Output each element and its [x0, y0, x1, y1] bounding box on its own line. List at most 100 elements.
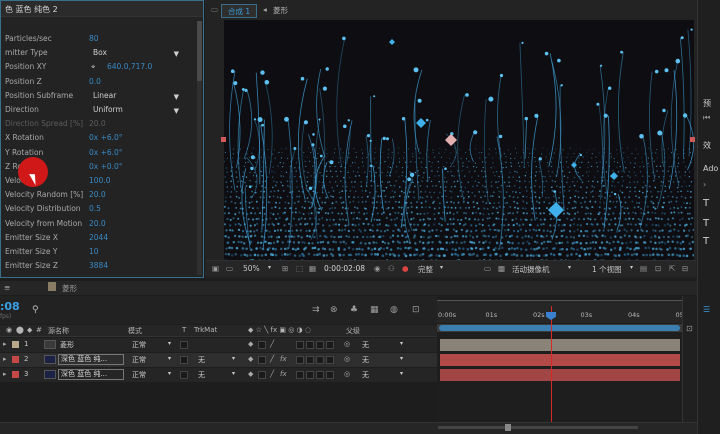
- color-channel-icon[interactable]: ●: [402, 264, 409, 273]
- effect-property-value[interactable]: 0x +6.0°: [89, 131, 123, 145]
- effect-property-value[interactable]: 3884: [89, 259, 108, 273]
- effect-property-row[interactable]: Velocity Distribution 0.5: [1, 202, 197, 216]
- parent-header[interactable]: 父级: [346, 326, 360, 336]
- composition-viewer[interactable]: [224, 20, 694, 260]
- layout-icon[interactable]: ▤: [640, 264, 647, 273]
- preview-panel-label[interactable]: 预: [703, 98, 711, 109]
- effect-property-value[interactable]: 0x +0.0°: [89, 160, 123, 174]
- collapse-switch[interactable]: [258, 371, 266, 379]
- effects-panel-label[interactable]: 效: [703, 140, 711, 151]
- lock-icon[interactable]: ▭: [211, 5, 218, 14]
- mode-chevron-icon[interactable]: ▾: [168, 340, 171, 347]
- adjustment-switch[interactable]: [316, 371, 324, 379]
- motion-blur-switch[interactable]: [306, 356, 314, 364]
- effect-property-row[interactable]: Position Z 0.0: [1, 75, 197, 89]
- effect-property-row[interactable]: Emitter Size Z 3884: [1, 259, 197, 273]
- collapse-switch[interactable]: [258, 341, 266, 349]
- parent-pickwhip-icon[interactable]: ◎: [344, 370, 350, 378]
- dropdown-arrow-icon[interactable]: ▼: [174, 104, 179, 118]
- dropdown-arrow-icon[interactable]: ▼: [174, 47, 179, 61]
- composition-mini-flowchart-icon[interactable]: ⇉: [312, 305, 320, 315]
- frame-blend-switch[interactable]: [296, 356, 304, 364]
- shy-switch-icon[interactable]: ◆: [248, 370, 253, 378]
- effect-property-value[interactable]: 2044: [89, 231, 108, 245]
- fx-switch-icon[interactable]: fx: [280, 370, 287, 378]
- step-back-icon[interactable]: ⏮: [703, 113, 710, 123]
- views-chevron-icon[interactable]: ▾: [630, 264, 633, 271]
- parent-chevron-icon[interactable]: ▾: [400, 370, 403, 377]
- 3d-switch[interactable]: [326, 341, 334, 349]
- graph-editor-icon[interactable]: ⊡: [412, 305, 420, 315]
- effect-property-value[interactable]: 0.0: [89, 75, 101, 89]
- layer-mode-select[interactable]: 正常: [132, 370, 146, 380]
- parent-select[interactable]: 无: [362, 370, 369, 380]
- layer-row[interactable]: ▸ 2 深色 蓝色 纯... 正常 ▾ 无 ▾ ◆ ╱ fx ◎ 无 ▾: [0, 353, 437, 367]
- effect-property-value[interactable]: 0.5: [89, 202, 101, 216]
- effect-property-row[interactable]: Particles/sec 80: [1, 32, 197, 46]
- parent-select[interactable]: 无: [362, 340, 369, 350]
- mode-chevron-icon[interactable]: ▾: [168, 370, 171, 377]
- camera-snapshot-icon[interactable]: ◉: [374, 264, 381, 273]
- chevron-left-icon[interactable]: ◂: [263, 5, 267, 14]
- collapse-switch[interactable]: [258, 356, 266, 364]
- crosshair-icon[interactable]: ⌖: [91, 60, 95, 74]
- mode-header[interactable]: 模式: [128, 326, 142, 336]
- t-header[interactable]: T: [182, 326, 186, 334]
- show-snapshot-icon[interactable]: ⚇: [388, 264, 395, 273]
- fast-preview-icon[interactable]: ▭: [484, 264, 491, 273]
- effect-property-value[interactable]: 0x +6.0°: [89, 146, 123, 160]
- dropdown-arrow-icon[interactable]: ▼: [174, 90, 179, 104]
- label-column-icon[interactable]: ◆: [27, 326, 32, 334]
- 3d-switch[interactable]: [326, 356, 334, 364]
- text-tool-label-2[interactable]: T: [703, 218, 709, 229]
- layer-duration-bar[interactable]: [440, 354, 680, 366]
- zoom-select[interactable]: 50%: [243, 264, 260, 273]
- effect-panel-scrollbar[interactable]: [197, 21, 202, 275]
- effect-property-row[interactable]: mitter Type Box ▼: [1, 46, 197, 60]
- parent-select[interactable]: 无: [362, 355, 369, 365]
- effect-property-dropdown[interactable]: Uniform ▼: [87, 104, 183, 116]
- search-icon[interactable]: ⚲: [32, 305, 39, 315]
- playhead-line[interactable]: [551, 306, 552, 434]
- text-tool-label-3[interactable]: T: [703, 236, 709, 247]
- monitor-icon[interactable]: ▣: [212, 264, 219, 273]
- source-name-header[interactable]: 源名称: [48, 326, 69, 336]
- quality-switch-icon[interactable]: ╱: [270, 340, 274, 348]
- fx-switch-icon[interactable]: fx: [280, 355, 287, 363]
- views-select[interactable]: 1 个视图: [592, 264, 622, 275]
- export-frame-icon[interactable]: ⇱: [669, 264, 675, 273]
- effect-property-row[interactable]: Velocity Random [%] 20.0: [1, 188, 197, 202]
- effect-property-value[interactable]: 20.0: [89, 217, 106, 231]
- effect-property-row[interactable]: Position XY ⌖ 640.0,717.0: [1, 60, 197, 74]
- effect-property-row[interactable]: Emitter Size X 2044: [1, 231, 197, 245]
- effect-property-value[interactable]: 80: [89, 32, 99, 46]
- safe-zones-icon[interactable]: ▭: [226, 264, 233, 273]
- av-features-icon[interactable]: ◉: [6, 326, 12, 334]
- shy-layers-icon[interactable]: ♣: [350, 305, 358, 315]
- current-time-display[interactable]: 0:00:02:08: [324, 264, 365, 273]
- layer-name[interactable]: 菱形: [60, 340, 74, 350]
- preserve-transparency-checkbox[interactable]: [180, 371, 188, 379]
- parent-pickwhip-icon[interactable]: ◎: [344, 340, 350, 348]
- expand-chevron-icon[interactable]: ▸: [3, 355, 7, 363]
- time-ruler[interactable]: 0:00s01s02s03s04s05s: [437, 301, 687, 323]
- effect-property-dropdown[interactable]: Linear ▼: [87, 90, 183, 102]
- trkmat-chevron-icon[interactable]: ▾: [232, 355, 235, 362]
- switches-header-icons[interactable]: ◆ ☆ ╲ fx ▣ ◎ ◑ ◌: [248, 326, 311, 334]
- effect-property-row[interactable]: Position Subframe Linear ▼: [1, 89, 197, 103]
- effect-property-row[interactable]: Direction Spread [%] 20.0: [1, 117, 197, 131]
- region-icon[interactable]: ⬚: [296, 264, 303, 273]
- lock-column-icon[interactable]: ⬤: [16, 326, 24, 334]
- parent-chevron-icon[interactable]: ▾: [400, 340, 403, 347]
- adjustment-switch[interactable]: [316, 356, 324, 364]
- comp-button-icon[interactable]: ⊡: [686, 324, 693, 333]
- draft-3d-icon[interactable]: ⊗: [330, 305, 338, 315]
- layer-name[interactable]: 深色 蓝色 纯...: [58, 369, 124, 380]
- number-column-icon[interactable]: #: [36, 326, 42, 334]
- effect-property-value[interactable]: 100.0: [89, 174, 110, 188]
- layer-label-swatch[interactable]: [12, 356, 19, 363]
- 3d-switch[interactable]: [326, 371, 334, 379]
- chevron-right-icon[interactable]: ›: [703, 180, 706, 189]
- effect-property-value[interactable]: 20.0: [89, 188, 106, 202]
- preserve-transparency-checkbox[interactable]: [180, 341, 188, 349]
